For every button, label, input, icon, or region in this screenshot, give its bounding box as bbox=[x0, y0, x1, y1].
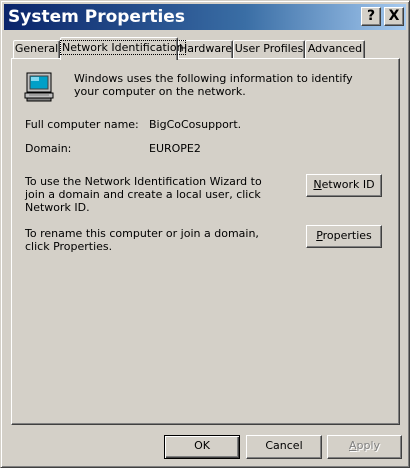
wizard-instructions: To use the Network Identification Wizard… bbox=[25, 175, 262, 214]
system-properties-window: System Properties ? X General Network Id… bbox=[0, 0, 410, 468]
tab-general-label: General bbox=[14, 42, 59, 55]
network-id-label: etwork ID bbox=[321, 178, 375, 191]
ok-button[interactable]: OK bbox=[164, 435, 240, 459]
window-title: System Properties bbox=[8, 7, 185, 27]
properties-label: roperties bbox=[322, 229, 372, 242]
intro-text: Windows uses the following information t… bbox=[74, 72, 353, 98]
apply-label: pply bbox=[356, 439, 381, 452]
cancel-label: Cancel bbox=[265, 439, 303, 452]
properties-button[interactable]: Properties bbox=[306, 225, 382, 248]
tab-advanced-label: Advanced bbox=[307, 42, 363, 55]
domain-value: EUROPE2 bbox=[149, 142, 201, 155]
apply-button[interactable]: Apply bbox=[327, 435, 402, 459]
title-bar[interactable]: System Properties ? X bbox=[4, 4, 406, 30]
tab-hardware[interactable]: Hardware bbox=[178, 40, 233, 58]
tab-user-profiles[interactable]: User Profiles bbox=[233, 40, 305, 58]
tab-network-identification-label: Network Identification bbox=[60, 40, 186, 55]
domain-label: Domain: bbox=[25, 142, 72, 155]
close-button[interactable]: X bbox=[384, 7, 404, 26]
network-id-button[interactable]: Network ID bbox=[306, 174, 382, 197]
help-icon: ? bbox=[366, 8, 376, 24]
tab-advanced[interactable]: Advanced bbox=[305, 40, 365, 58]
tab-hardware-label: Hardware bbox=[179, 42, 233, 55]
cancel-button[interactable]: Cancel bbox=[246, 435, 322, 459]
network-id-mnemonic: N bbox=[313, 178, 322, 191]
close-icon: X bbox=[388, 8, 400, 24]
tab-user-profiles-label: User Profiles bbox=[234, 42, 304, 55]
tab-general[interactable]: General bbox=[13, 40, 60, 58]
rename-instructions: To rename this computer or join a domain… bbox=[25, 227, 259, 253]
tab-network-identification[interactable]: Network Identification bbox=[60, 37, 186, 60]
help-button[interactable]: ? bbox=[361, 7, 381, 26]
ok-label: OK bbox=[194, 439, 210, 452]
full-computer-name-value: BigCoCosupport. bbox=[149, 118, 242, 131]
full-computer-name-label: Full computer name: bbox=[25, 118, 139, 131]
computer-icon bbox=[24, 72, 54, 102]
apply-mnemonic: A bbox=[348, 439, 357, 452]
